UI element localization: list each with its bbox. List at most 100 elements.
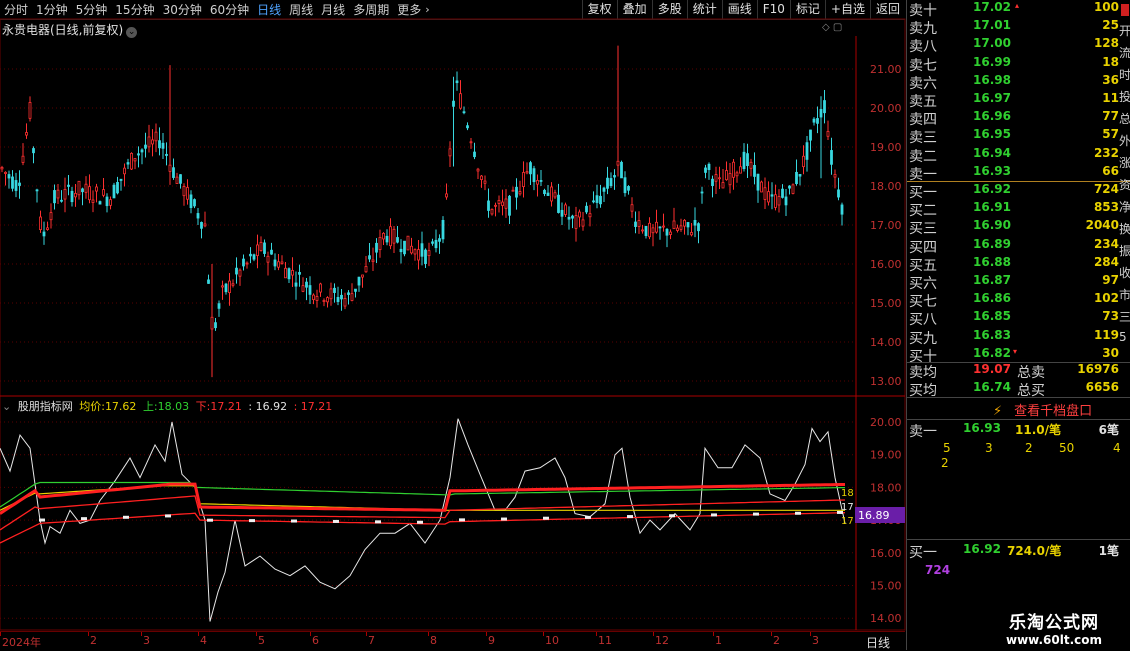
candle-body xyxy=(95,186,98,192)
sell-row[interactable]: 卖四 16.96 77 xyxy=(907,109,1119,128)
candle-body xyxy=(189,194,193,209)
candle-body xyxy=(25,132,28,136)
candle-body xyxy=(812,118,816,123)
month-label: 5 xyxy=(258,634,265,647)
candle-body xyxy=(252,254,256,260)
month-tick xyxy=(198,632,199,636)
buy-row[interactable]: 买七 16.86 102 xyxy=(907,291,1119,310)
candle-body xyxy=(532,168,536,183)
indicator-edge-label: 17 xyxy=(841,516,854,527)
candle-body xyxy=(140,149,144,153)
summary-avg: 16.74 xyxy=(973,380,1011,394)
sell-row[interactable]: 卖九 17.01 25 xyxy=(907,18,1119,37)
candle-body xyxy=(336,297,340,302)
month-label: 8 xyxy=(430,634,437,647)
candle-body xyxy=(326,297,329,303)
edge-text: 收 xyxy=(1119,266,1130,280)
sell-price: 16.96 xyxy=(973,109,1011,124)
candle-body xyxy=(665,228,669,236)
candle-body xyxy=(816,118,819,124)
candle-body xyxy=(186,187,189,200)
buy-row[interactable]: 买二 16.91 853 xyxy=(907,200,1119,219)
sell-row[interactable]: 卖八 17.00 128 xyxy=(907,36,1119,56)
ask1-row: 卖一 16.93 11.0/笔 6笔 xyxy=(907,421,1119,440)
candle-body xyxy=(760,181,763,193)
indicator-axis-label: 14.00 xyxy=(870,612,902,625)
candle-body xyxy=(543,189,546,195)
candle-body xyxy=(613,175,616,178)
candle-body xyxy=(207,279,210,284)
buy-row[interactable]: 买四 16.89 234 xyxy=(907,236,1119,256)
sell-label: 卖八 xyxy=(909,39,937,56)
candle-body xyxy=(109,199,112,206)
month-label: 2 xyxy=(773,634,780,647)
candle-body xyxy=(361,274,364,278)
sell-label: 卖三 xyxy=(909,130,937,147)
sell-row[interactable]: 卖七 16.99 18 xyxy=(907,54,1119,74)
sell-row[interactable]: 卖三 16.95 57 xyxy=(907,127,1119,147)
edge-text: 三 xyxy=(1119,310,1130,324)
candle-body xyxy=(329,288,333,300)
candle-body xyxy=(245,262,249,265)
candle-body xyxy=(749,161,753,169)
candle-body xyxy=(452,100,455,107)
candle-body xyxy=(102,189,105,196)
buy-label: 买三 xyxy=(909,221,937,238)
sell-volume: 18 xyxy=(1102,54,1119,69)
sell-row[interactable]: 卖五 16.97 11 xyxy=(907,91,1119,110)
buy-row[interactable]: 买八 16.85 73 xyxy=(907,309,1119,328)
period-label[interactable]: 日线 xyxy=(866,634,890,651)
candle-body xyxy=(133,158,137,162)
sell-row[interactable]: 卖六 16.98 36 xyxy=(907,73,1119,92)
sell-price: 16.95 xyxy=(973,127,1011,142)
buy-volume: 234 xyxy=(1093,236,1119,251)
candle-body xyxy=(35,189,39,192)
candle-body xyxy=(522,172,525,187)
candle-body xyxy=(497,199,501,204)
buy-row[interactable]: 买五 16.88 284 xyxy=(907,255,1119,274)
sell-price: 17.00 xyxy=(973,36,1011,51)
candle-body xyxy=(392,228,396,244)
candle-body xyxy=(567,216,571,220)
candle-body xyxy=(151,139,154,145)
buy-row[interactable]: 买六 16.87 97 xyxy=(907,273,1119,292)
candle-body xyxy=(707,163,711,171)
candle-body xyxy=(539,180,543,182)
sell-row[interactable]: 卖一 16.93 66 xyxy=(907,164,1119,183)
candle-body xyxy=(32,148,35,154)
candle-body xyxy=(819,108,823,118)
kline-chart[interactable]: 21.00 20.00 19.00 18.00 17.00 16.00 15.00 14.00… xyxy=(0,0,906,650)
buy-row[interactable]: 买三 16.90 2040 xyxy=(907,218,1119,238)
month-label: 12 xyxy=(655,634,669,647)
indicator-chevron-icon[interactable]: ⌄ xyxy=(2,400,11,413)
candle-body xyxy=(679,225,683,230)
candle-body xyxy=(382,232,385,240)
candle-body xyxy=(53,190,56,204)
ask1-count: 6笔 xyxy=(1098,423,1119,437)
sell-row[interactable]: 卖十 17.02 100 xyxy=(907,0,1119,19)
up-label: 上: xyxy=(142,400,158,413)
candle-body xyxy=(805,142,809,160)
candle-body xyxy=(494,204,497,207)
deep-orderbook-button[interactable]: ⚡ 查看千档盘口 xyxy=(993,400,1092,419)
watermark-logo: 乐淘公式网 www.60lt.com xyxy=(978,602,1130,650)
candle-body xyxy=(231,283,235,286)
candle-body xyxy=(389,226,392,247)
candle-body xyxy=(214,322,217,329)
candle-body xyxy=(158,140,161,149)
candle-body xyxy=(434,239,438,249)
candle-body xyxy=(305,281,308,288)
current-price-text: 16.89 xyxy=(858,509,890,522)
month-label: 3 xyxy=(143,634,150,647)
candle-body xyxy=(298,272,301,275)
month-label: 1 xyxy=(715,634,722,647)
buy-row[interactable]: 买一 16.92 724 xyxy=(907,182,1119,201)
watermark-line2: www.60lt.com xyxy=(1005,633,1103,647)
sell-price: 16.97 xyxy=(973,91,1011,105)
buy-row[interactable]: 买九 16.83 119 xyxy=(907,328,1119,347)
month-tick xyxy=(596,632,597,636)
sell-row[interactable]: 卖二 16.94 232 xyxy=(907,146,1119,165)
main-axis-label: 21.00 xyxy=(870,63,902,76)
edge-red-marker xyxy=(1121,4,1129,16)
candle-body xyxy=(210,316,214,330)
